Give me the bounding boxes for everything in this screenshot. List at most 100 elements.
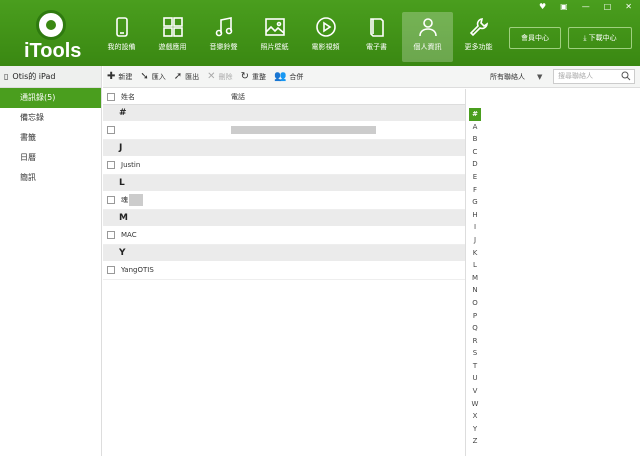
close-icon[interactable]: ✕ bbox=[625, 2, 632, 11]
sidebar: ▯ Otis的 iPad 通訊錄(5) 備忘錄 書籤 日曆 簡訊 bbox=[0, 66, 102, 456]
alphabet-letter[interactable]: C bbox=[473, 146, 478, 159]
row-checkbox[interactable] bbox=[107, 196, 115, 204]
alphabet-letter[interactable]: J bbox=[474, 234, 476, 247]
row-checkbox[interactable] bbox=[107, 161, 115, 169]
alphabet-letter[interactable]: S bbox=[473, 347, 477, 360]
window-controls: ♥ ▣ — □ ✕ bbox=[539, 2, 632, 11]
sidebar-item-notes[interactable]: 備忘錄 bbox=[0, 108, 101, 128]
alphabet-letter[interactable]: Y bbox=[473, 423, 477, 436]
group-header: Y bbox=[103, 245, 465, 261]
group-header: M bbox=[103, 210, 465, 226]
alphabet-index: # A B C D E F G H I J K L M N O P Q R S T U V W X Y Z bbox=[467, 108, 483, 448]
merge-button[interactable]: 👥 合併 bbox=[274, 71, 303, 82]
table-row[interactable]: 魂 bbox=[103, 191, 465, 210]
alphabet-letter[interactable]: A bbox=[473, 121, 478, 134]
divider bbox=[465, 89, 466, 456]
alphabet-letter[interactable]: P bbox=[473, 310, 477, 323]
new-button[interactable]: ✚ 新建 bbox=[107, 71, 132, 82]
alphabet-letter[interactable]: B bbox=[473, 133, 478, 146]
import-icon: ➘ bbox=[140, 71, 149, 82]
select-all-checkbox[interactable] bbox=[107, 92, 115, 101]
search-input[interactable]: 搜尋聯絡人 bbox=[553, 69, 635, 84]
contact-filter[interactable]: 所有聯絡人 bbox=[490, 72, 525, 82]
alphabet-letter[interactable]: H bbox=[472, 209, 477, 222]
apps-icon bbox=[147, 16, 198, 42]
alphabet-letter[interactable]: L bbox=[473, 259, 477, 272]
group-header: # bbox=[103, 105, 465, 121]
nav-personal-info[interactable]: 個人資訊 bbox=[402, 12, 453, 62]
alphabet-letter[interactable]: T bbox=[473, 360, 477, 373]
alphabet-letter[interactable]: V bbox=[473, 385, 478, 398]
alphabet-letter[interactable]: X bbox=[473, 410, 478, 423]
refresh-button[interactable]: ↻ 重整 bbox=[241, 71, 266, 82]
tablet-icon: ▯ bbox=[4, 71, 9, 81]
person-icon bbox=[402, 16, 453, 42]
refresh-icon: ↻ bbox=[240, 71, 249, 82]
table-row[interactable]: YangOTIS bbox=[103, 261, 465, 280]
sidebar-item-messages[interactable]: 簡訊 bbox=[0, 168, 101, 188]
import-button[interactable]: ➘ 匯入 bbox=[140, 71, 165, 82]
alphabet-letter[interactable]: F bbox=[473, 184, 477, 197]
delete-button[interactable]: ✕ 刪除 bbox=[207, 71, 232, 82]
main-nav: 我的設備 遊戲應用 音樂鈴聲 照片壁紙 電影視頻 電子書 個人資訊 更多功能 bbox=[96, 12, 504, 62]
skin-icon[interactable]: ♥ bbox=[539, 2, 546, 11]
chevron-down-icon[interactable]: ▼ bbox=[537, 73, 542, 81]
export-icon: ➚ bbox=[173, 71, 183, 82]
photo-icon bbox=[249, 16, 300, 42]
nav-photos[interactable]: 照片壁紙 bbox=[249, 12, 300, 62]
sidebar-item-bookmarks[interactable]: 書籤 bbox=[0, 128, 101, 148]
wrench-icon bbox=[453, 16, 504, 42]
phone-icon bbox=[96, 16, 147, 42]
nav-music[interactable]: 音樂鈴聲 bbox=[198, 12, 249, 62]
alphabet-letter[interactable]: Q bbox=[472, 322, 478, 335]
row-checkbox[interactable] bbox=[107, 231, 115, 239]
sidebar-item-contacts[interactable]: 通訊錄(5) bbox=[0, 88, 101, 108]
play-icon bbox=[300, 16, 351, 42]
redacted-phone bbox=[231, 126, 376, 134]
maximize-icon[interactable]: □ bbox=[604, 2, 612, 11]
device-header[interactable]: ▯ Otis的 iPad bbox=[0, 66, 101, 88]
app-name: iTools bbox=[24, 40, 82, 62]
row-checkbox[interactable] bbox=[107, 126, 115, 134]
alphabet-letter[interactable]: Z bbox=[473, 435, 478, 448]
download-center-button[interactable]: ⤓ 下載中心 bbox=[568, 27, 632, 49]
alphabet-letter[interactable]: I bbox=[474, 221, 476, 234]
nav-more[interactable]: 更多功能 bbox=[453, 12, 504, 62]
alphabet-letter[interactable]: M bbox=[472, 272, 478, 285]
delete-icon: ✕ bbox=[207, 71, 216, 82]
group-header: L bbox=[103, 175, 465, 191]
minimize-icon[interactable]: — bbox=[582, 2, 590, 11]
nav-apps[interactable]: 遊戲應用 bbox=[147, 12, 198, 62]
alphabet-letter[interactable]: K bbox=[473, 247, 478, 260]
nav-my-device[interactable]: 我的設備 bbox=[96, 12, 147, 62]
table-row[interactable] bbox=[103, 121, 465, 140]
alphabet-letter[interactable]: N bbox=[472, 284, 477, 297]
alphabet-letter[interactable]: E bbox=[473, 171, 477, 184]
member-center-button[interactable]: 會員中心 bbox=[509, 27, 561, 49]
table-row[interactable]: Justin bbox=[103, 156, 465, 175]
sidebar-item-calendar[interactable]: 日曆 bbox=[0, 148, 101, 168]
alphabet-letter[interactable]: R bbox=[473, 335, 478, 348]
settings-icon[interactable]: ▣ bbox=[560, 2, 568, 11]
alphabet-letter[interactable]: # bbox=[469, 108, 481, 121]
app-logo: iTools bbox=[20, 8, 82, 62]
alphabet-letter[interactable]: G bbox=[472, 196, 477, 209]
alphabet-letter[interactable]: U bbox=[472, 372, 477, 385]
alphabet-letter[interactable]: O bbox=[472, 297, 478, 310]
nav-videos[interactable]: 電影視頻 bbox=[300, 12, 351, 62]
alphabet-letter[interactable]: W bbox=[472, 398, 479, 411]
redacted-name bbox=[129, 194, 143, 206]
music-icon bbox=[198, 16, 249, 42]
list-header: 姓名 電話 bbox=[103, 89, 465, 105]
plus-icon: ✚ bbox=[107, 71, 116, 82]
contact-list: 姓名 電話 # J Justin L 魂 M MAC Y YangOTIS bbox=[103, 89, 465, 280]
alphabet-letter[interactable]: D bbox=[472, 158, 477, 171]
search-icon[interactable] bbox=[621, 71, 631, 81]
top-bar: iTools 我的設備 遊戲應用 音樂鈴聲 照片壁紙 電影視頻 電子書 個人資訊… bbox=[0, 0, 640, 66]
group-header: J bbox=[103, 140, 465, 156]
row-checkbox[interactable] bbox=[107, 266, 115, 274]
book-icon bbox=[351, 16, 402, 42]
export-button[interactable]: ➚ 匯出 bbox=[174, 71, 199, 82]
table-row[interactable]: MAC bbox=[103, 226, 465, 245]
nav-ebooks[interactable]: 電子書 bbox=[351, 12, 402, 62]
